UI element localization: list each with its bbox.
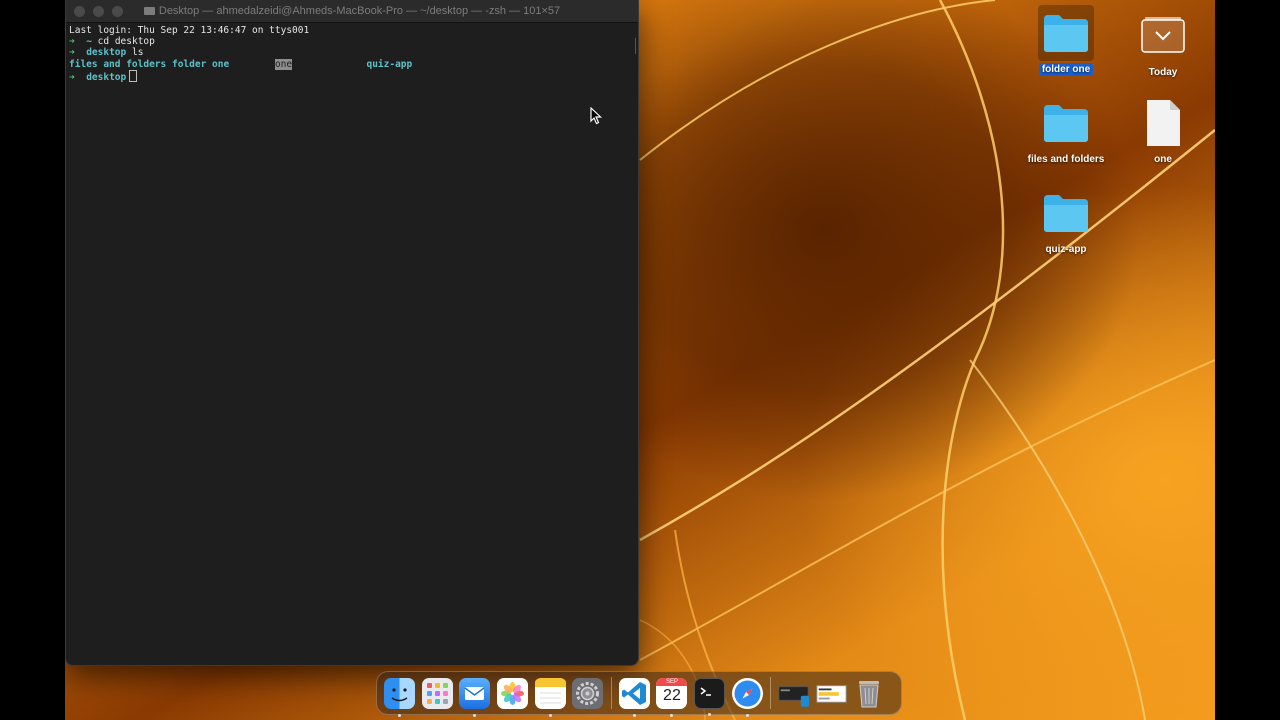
prompt-path: desktop <box>86 47 127 59</box>
stack-icon <box>1135 8 1191 64</box>
ls-entry: folder one <box>171 58 230 70</box>
calendar-icon[interactable]: SEP 22 <box>656 677 688 717</box>
terminal-output[interactable]: Last login: Thu Sep 22 13:46:47 on ttys0… <box>66 23 638 85</box>
notes-icon[interactable] <box>534 677 566 717</box>
desktop-icon-folder-one[interactable]: folder one <box>1021 5 1111 76</box>
ls-entry: quiz-app <box>366 58 413 70</box>
terminal-window[interactable]: Desktop — ahmedalzeidi@Ahmeds-MacBook-Pr… <box>65 0 639 666</box>
desktop-icon-quiz-app[interactable]: quiz-app <box>1021 185 1111 256</box>
last-login-line: Last login: Thu Sep 22 13:46:47 on ttys0… <box>69 25 310 36</box>
mouse-pointer-icon <box>590 107 603 125</box>
prompt-arrow: ➜ <box>69 47 75 59</box>
desktop-icon-label: one <box>1154 154 1172 165</box>
terminal-icon[interactable] <box>694 677 726 716</box>
trash-icon[interactable] <box>853 678 884 709</box>
terminal-titlebar[interactable]: Desktop — ahmedalzeidi@Ahmeds-MacBook-Pr… <box>66 0 638 23</box>
folder-icon <box>1038 185 1094 241</box>
prompt-path: desktop <box>86 71 127 83</box>
folder-icon <box>1038 5 1094 61</box>
desktop-icon-label: quiz-app <box>1045 244 1087 255</box>
ls-entry-selected: one <box>274 58 293 70</box>
finder-icon[interactable] <box>384 677 416 717</box>
photos-icon[interactable] <box>497 677 529 709</box>
desktop-icon-files-and-folders[interactable]: files and folders <box>1021 95 1111 166</box>
prompt-path: ~ <box>86 36 92 48</box>
calendar-month: SEP <box>656 677 688 686</box>
dock-separator <box>769 677 771 709</box>
text-cursor <box>129 69 138 82</box>
prompt-arrow: ➜ <box>69 71 75 83</box>
folder-icon <box>143 7 155 15</box>
dock: SEP 22 <box>376 671 902 717</box>
folder-icon <box>1038 95 1094 151</box>
window-title: Desktop — ahmedalzeidi@Ahmeds-MacBook-Pr… <box>66 0 638 22</box>
mail-icon[interactable] <box>459 677 491 717</box>
desktop-icon-today-stack[interactable]: Today <box>1118 8 1208 79</box>
dock-separator <box>610 677 612 709</box>
ls-entry: files and folders <box>69 58 167 70</box>
scroll-indicator <box>632 38 636 54</box>
command-text: cd desktop <box>97 36 155 48</box>
window-thumbnail-icon[interactable] <box>816 678 847 709</box>
desktop-icon-label: Today <box>1148 67 1178 78</box>
document-icon <box>1135 95 1191 151</box>
calendar-day: 22 <box>663 686 681 704</box>
command-text: ls <box>131 47 144 59</box>
vscode-icon[interactable] <box>618 677 650 717</box>
prompt-arrow: ➜ <box>69 36 75 48</box>
launchpad-icon[interactable] <box>421 677 453 709</box>
desktop-icon-label: folder one <box>1038 63 1094 76</box>
desktop-icon-one-file[interactable]: one <box>1118 95 1208 166</box>
window-thumbnail-icon[interactable] <box>778 678 810 709</box>
desktop-icon-label: files and folders <box>1027 154 1105 165</box>
system-settings-icon[interactable] <box>572 677 604 709</box>
safari-icon[interactable] <box>731 677 763 717</box>
